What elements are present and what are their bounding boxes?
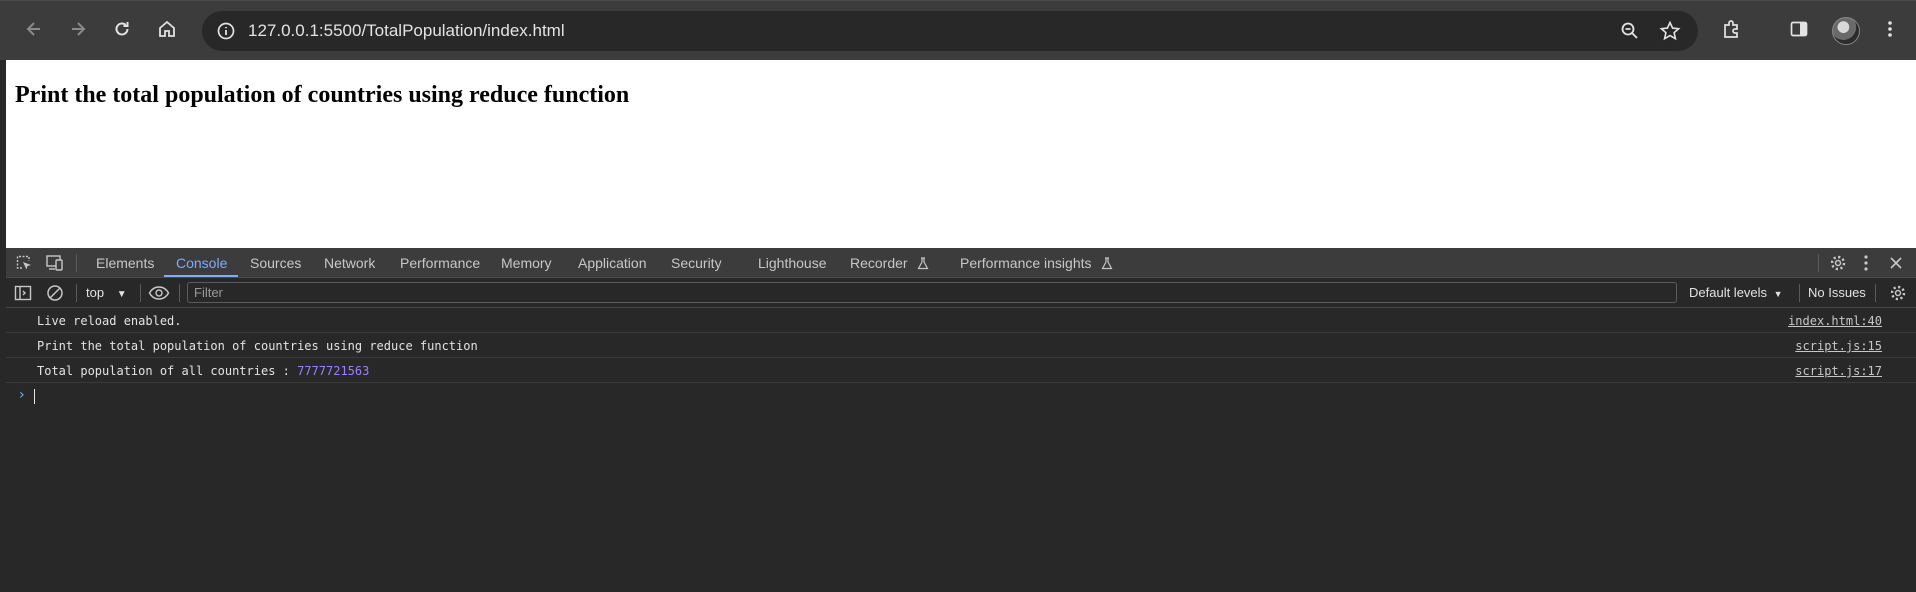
console-message: Total population of all countries : 7777… (6, 358, 1916, 383)
tab-performance-insights-label: Performance insights (960, 255, 1092, 271)
more-options-icon[interactable] (1863, 254, 1869, 272)
tab-sources[interactable]: Sources (250, 255, 301, 271)
tab-recorder[interactable]: Recorder (850, 255, 929, 271)
filter-field[interactable] (187, 282, 1677, 303)
tab-memory[interactable]: Memory (501, 255, 552, 271)
divider (76, 284, 77, 302)
live-expression-eye-icon[interactable] (148, 285, 170, 301)
page-viewport: Print the total population of countries … (6, 60, 1916, 248)
tab-console[interactable]: Console (176, 255, 227, 271)
text-caret (34, 389, 35, 404)
home-icon[interactable] (153, 15, 181, 43)
active-tab-indicator (164, 275, 238, 277)
divider (76, 254, 77, 272)
tab-performance[interactable]: Performance (400, 255, 480, 271)
console-message: Live reload enabled. index.html:40 (6, 308, 1916, 333)
reload-icon[interactable] (108, 15, 136, 43)
browser-toolbar: 127.0.0.1:5500/TotalPopulation/index.htm… (0, 0, 1916, 60)
divider (1799, 284, 1800, 302)
experiment-flask-icon (917, 257, 929, 270)
divider (1818, 254, 1819, 272)
sidebar-toggle-icon[interactable] (14, 284, 32, 302)
side-panel-icon[interactable] (1785, 15, 1813, 43)
console-source-link[interactable]: script.js:15 (1795, 339, 1882, 353)
extensions-icon[interactable] (1718, 15, 1746, 43)
console-source-link[interactable]: index.html:40 (1788, 314, 1882, 328)
tab-application[interactable]: Application (578, 255, 647, 271)
tab-network[interactable]: Network (324, 255, 375, 271)
divider (140, 284, 141, 302)
console-message: Print the total population of countries … (6, 333, 1916, 358)
tab-recorder-label: Recorder (850, 255, 908, 271)
site-info-icon[interactable] (214, 19, 238, 43)
tab-security[interactable]: Security (671, 255, 722, 271)
close-devtools-icon[interactable] (1888, 255, 1904, 271)
profile-avatar[interactable] (1832, 17, 1860, 45)
context-selector-label: top (86, 285, 105, 300)
dropdown-caret-icon: ▼ (1773, 289, 1783, 299)
issues-counter[interactable]: No Issues (1808, 285, 1866, 300)
experiment-flask-icon (1101, 257, 1113, 270)
console-settings-gear-icon[interactable] (1889, 284, 1907, 302)
log-levels-label: Default levels (1689, 285, 1768, 300)
divider (1875, 284, 1876, 302)
console-number-value: 7777721563 (297, 364, 370, 378)
console-message-text: Total population of all countries : 7777… (37, 364, 369, 378)
tab-performance-insights[interactable]: Performance insights (960, 255, 1113, 271)
back-icon[interactable] (20, 15, 48, 43)
inspect-element-icon[interactable] (15, 254, 33, 272)
clear-console-icon[interactable] (46, 284, 64, 302)
divider (179, 284, 180, 302)
console-source-link[interactable]: script.js:17 (1795, 364, 1882, 378)
console-output: Live reload enabled. index.html:40 Print… (6, 308, 1916, 408)
console-toolbar: top ▼ Default levels ▼ No Issues (6, 278, 1916, 308)
dropdown-caret-icon: ▼ (116, 289, 127, 300)
forward-icon[interactable] (64, 15, 92, 43)
filter-input[interactable] (188, 283, 1676, 302)
page-heading: Print the total population of countries … (15, 82, 630, 108)
console-message-label: Total population of all countries : (37, 364, 298, 378)
devtools-panel: Elements Console Sources Network Perform… (6, 248, 1916, 592)
tab-lighthouse[interactable]: Lighthouse (758, 255, 827, 271)
menu-icon[interactable] (1876, 15, 1904, 43)
log-levels-dropdown[interactable]: Default levels ▼ (1689, 285, 1783, 300)
address-bar[interactable]: 127.0.0.1:5500/TotalPopulation/index.htm… (202, 11, 1698, 51)
console-prompt[interactable]: › (6, 383, 1916, 408)
console-message-text: Live reload enabled. (37, 314, 182, 328)
tab-elements[interactable]: Elements (96, 255, 154, 271)
bookmark-star-icon[interactable] (1658, 19, 1682, 43)
device-toolbar-icon[interactable] (45, 254, 65, 272)
devtools-tabbar: Elements Console Sources Network Perform… (6, 248, 1916, 278)
console-message-text: Print the total population of countries … (37, 339, 478, 353)
prompt-chevron-icon: › (19, 387, 25, 403)
url-text[interactable]: 127.0.0.1:5500/TotalPopulation/index.htm… (248, 21, 565, 41)
zoom-icon[interactable] (1618, 19, 1642, 43)
context-selector[interactable]: top ▼ (86, 285, 127, 300)
settings-gear-icon[interactable] (1829, 254, 1847, 272)
